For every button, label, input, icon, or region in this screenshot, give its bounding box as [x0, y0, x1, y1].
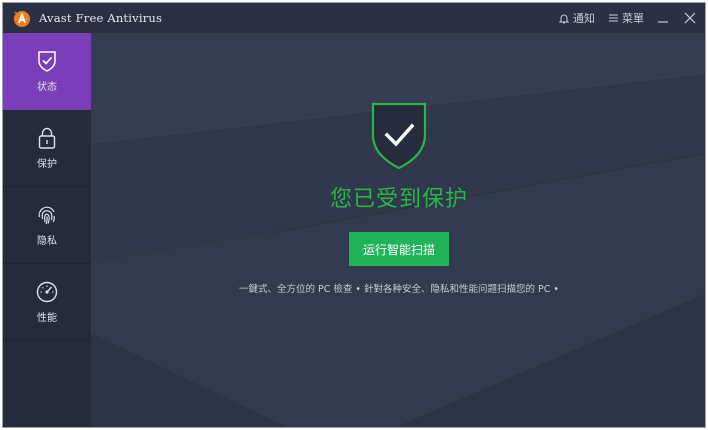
- bell-icon: [559, 14, 569, 23]
- menu-label: 菜單: [622, 12, 644, 25]
- sidebar: 状态 保护 隐私 性能: [3, 33, 91, 427]
- sidebar-item-performance[interactable]: 性能: [3, 264, 91, 341]
- sidebar-item-protection[interactable]: 保护: [3, 110, 91, 187]
- run-smart-scan-button[interactable]: 运行智能扫描: [349, 232, 449, 266]
- lock-icon: [38, 127, 56, 149]
- hamburger-icon: [609, 14, 618, 22]
- scan-description: 一鍵式、全方位的 PC 檢查 • 針對各种安全、隐私和性能问题扫描您的 PC •: [238, 284, 560, 295]
- menu-button[interactable]: 菜單: [609, 10, 644, 26]
- sidebar-item-label: 保护: [37, 158, 57, 170]
- close-button[interactable]: [680, 8, 700, 28]
- app-title: Avast Free Antivirus: [39, 11, 163, 25]
- protected-shield-icon: [371, 102, 427, 170]
- sidebar-item-label: 状态: [37, 82, 57, 93]
- title-bar: Avast Free Antivirus 通知 菜單: [3, 3, 705, 33]
- avast-logo-icon: [14, 11, 30, 27]
- app-window: Avast Free Antivirus 通知 菜單 状态 保护 隐私 性能 您…: [2, 2, 706, 428]
- sidebar-item-label: 性能: [37, 312, 57, 324]
- fingerprint-icon: [38, 206, 55, 224]
- close-icon: [684, 12, 696, 24]
- protection-status-title: 您已受到保护: [329, 187, 468, 212]
- notifications-label: 通知: [573, 12, 595, 25]
- shield-check-icon: [38, 51, 56, 72]
- sidebar-item-label: 隐私: [37, 235, 57, 247]
- minimize-button[interactable]: [653, 8, 673, 28]
- main-panel: 您已受到保护 运行智能扫描 一鍵式、全方位的 PC 檢查 • 針對各种安全、隐私…: [91, 33, 705, 427]
- background-pattern: [91, 33, 705, 427]
- speedometer-icon: [36, 281, 58, 302]
- notifications-button[interactable]: 通知: [559, 10, 595, 26]
- sidebar-item-privacy[interactable]: 隐私: [3, 187, 91, 264]
- sidebar-item-status[interactable]: 状态: [3, 33, 91, 110]
- minimize-icon: [658, 21, 668, 23]
